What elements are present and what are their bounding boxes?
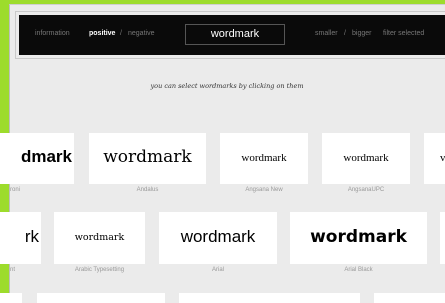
wordmark-card[interactable]: wordmark	[159, 212, 277, 264]
positive-toggle[interactable]: positive	[89, 28, 115, 40]
font-name-label: Arabic Typesetting	[74, 267, 125, 273]
wordmark-card[interactable]: dmark	[0, 133, 74, 184]
font-name-label: AngsanaUPC	[347, 187, 385, 193]
font-name-label: Arial	[211, 267, 224, 273]
smaller-button[interactable]: smaller	[315, 28, 338, 40]
wordmark-card[interactable]: wordmark	[220, 133, 308, 184]
instruction-text: you can select wordmarks by clicking on …	[150, 82, 304, 90]
font-name-label: Andalus	[136, 187, 159, 193]
wordmark-card[interactable]	[37, 293, 165, 303]
wordmark-sample: wordmark	[74, 232, 125, 243]
filter-selected-button[interactable]: filter selected	[383, 28, 424, 40]
font-name-label: Arial Black	[344, 267, 373, 273]
wordmark-sample: dmark	[20, 147, 72, 166]
wordmark-sample: wordmark	[241, 152, 287, 164]
bigger-button[interactable]: bigger	[352, 28, 371, 40]
information-link[interactable]: information	[35, 28, 70, 40]
wordmark-sample: wordmark	[180, 227, 256, 246]
font-name-label: Angsana New	[245, 187, 283, 193]
wordmark-card[interactable]	[0, 293, 22, 303]
font-name-label: roni	[10, 187, 21, 193]
wordmark-card[interactable]: wordmark	[89, 133, 206, 184]
toolbar: information positive / negative smaller …	[15, 11, 445, 59]
wordmark-card[interactable]: v	[424, 133, 445, 184]
wordmark-card[interactable]: wordmark	[322, 133, 410, 184]
font-name-label: nt	[10, 267, 16, 273]
wordmark-card[interactable]	[440, 212, 445, 264]
separator: /	[120, 30, 122, 37]
wordmark-card[interactable]	[179, 293, 360, 303]
wordmark-sample: wordmark	[103, 147, 192, 167]
wordmark-card[interactable]	[374, 293, 445, 303]
wordmark-card[interactable]: wordmark	[54, 212, 145, 264]
screen: information positive / negative smaller …	[0, 0, 445, 303]
wordmark-card[interactable]: wordmark	[290, 212, 427, 264]
wordmark-card[interactable]: rk	[0, 212, 41, 264]
wordmark-sample: rk	[24, 227, 39, 246]
negative-toggle[interactable]: negative	[128, 28, 154, 40]
wordmark-sample: wordmark	[310, 227, 407, 247]
wordmark-text-input[interactable]	[185, 24, 285, 45]
wordmark-sample: wordmark	[343, 152, 389, 164]
wordmark-sample: v	[440, 152, 445, 164]
separator: /	[344, 30, 346, 37]
